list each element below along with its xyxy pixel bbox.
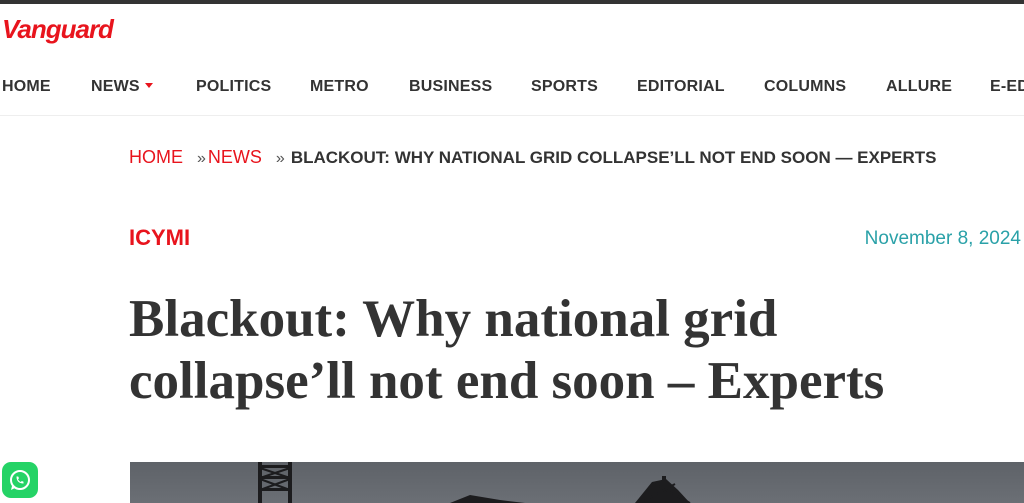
top-bar	[0, 0, 1024, 4]
breadcrumb-separator: »	[197, 150, 206, 167]
breadcrumb-news[interactable]: NEWS	[208, 147, 262, 167]
main-nav: HOME NEWS POLITICS METRO BUSINESS SPORTS…	[0, 78, 1024, 100]
nav-item-metro[interactable]: METRO	[310, 78, 369, 96]
publish-date: November 8, 2024	[864, 228, 1021, 249]
hero-image	[130, 462, 1024, 503]
breadcrumb: HOME» NEWS» BLACKOUT: WHY NATIONAL GRID CO…	[129, 143, 959, 173]
breadcrumb-home[interactable]: HOME	[129, 147, 183, 167]
nav-item-news-label: NEWS	[91, 78, 140, 95]
nav-item-allure[interactable]: ALLURE	[886, 78, 952, 96]
nav-item-columns[interactable]: COLUMNS	[764, 78, 846, 96]
nav-item-home[interactable]: HOME	[2, 78, 51, 96]
breadcrumb-current: BLACKOUT: WHY NATIONAL GRID COLLAPSE’LL …	[290, 148, 937, 167]
nav-divider	[0, 115, 1024, 116]
hero-image-silhouette	[258, 462, 691, 503]
nav-item-politics[interactable]: POLITICS	[196, 78, 271, 96]
whatsapp-share-button[interactable]	[2, 462, 38, 498]
whatsapp-icon	[10, 470, 30, 490]
article-title: Blackout: Why national grid collapse’ll …	[129, 290, 885, 410]
breadcrumb-separator: »	[275, 150, 285, 167]
nav-item-editorial[interactable]: EDITORIAL	[637, 78, 725, 96]
nav-item-business[interactable]: BUSINESS	[409, 78, 492, 96]
nav-item-news[interactable]: NEWS	[91, 78, 153, 96]
site-logo[interactable]: Vanguard	[2, 14, 114, 45]
nav-item-sports[interactable]: SPORTS	[531, 78, 598, 96]
caret-down-icon	[144, 83, 153, 89]
category-link[interactable]: ICYMI	[129, 225, 190, 251]
nav-item-e-edition[interactable]: E-ED	[990, 78, 1024, 96]
